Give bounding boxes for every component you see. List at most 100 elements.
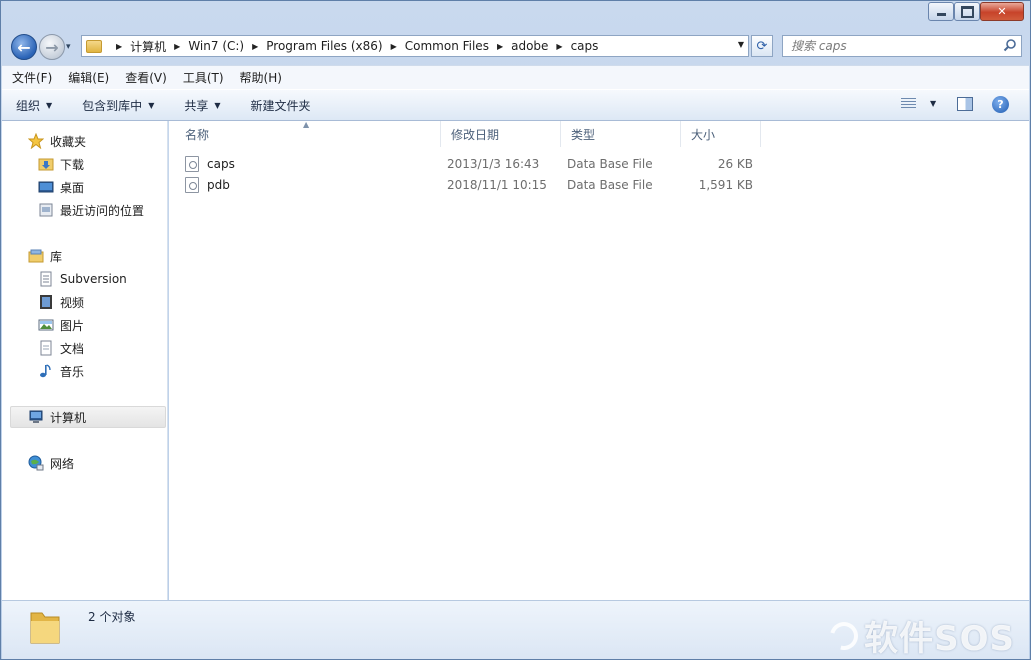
minimize-button[interactable] — [928, 2, 954, 21]
sidebar-item-documents[interactable]: 文档 — [38, 338, 84, 358]
explorer-window: ✕ ← → ▾ ▶ 计算机 ▶ Win7 (C:) ▶ Program File… — [0, 0, 1031, 660]
video-icon — [40, 295, 52, 309]
refresh-button[interactable]: ⟳ — [751, 35, 773, 57]
sidebar-favorites-label: 收藏夹 — [50, 134, 87, 149]
breadcrumb-caps[interactable]: caps — [571, 39, 599, 53]
sidebar-item-pictures[interactable]: 图片 — [38, 315, 84, 335]
file-size: 1,591 KB — [698, 178, 753, 192]
close-button[interactable]: ✕ — [980, 2, 1024, 21]
back-button[interactable]: ← — [11, 34, 37, 60]
sidebar-item-label: 下载 — [60, 157, 85, 172]
breadcrumb-separator-icon[interactable]: ▶ — [497, 42, 503, 51]
sidebar-item-recent-places[interactable]: 最近访问的位置 — [38, 200, 144, 220]
sidebar-item-label: 视频 — [60, 295, 85, 310]
breadcrumb-program-files[interactable]: Program Files (x86) — [266, 39, 382, 53]
watermark: 软件SOS — [824, 611, 1015, 660]
dropdown-arrow-icon: ▼ — [148, 100, 155, 110]
sidebar-item-music[interactable]: 音乐 — [38, 361, 84, 381]
menu-help[interactable]: 帮助(H) — [240, 69, 282, 86]
search-icon[interactable] — [1003, 38, 1017, 52]
file-list-pane: ▲ 名称 修改日期 类型 大小 caps 2013/1/3 16:43 Data… — [169, 120, 1029, 600]
column-header-modified[interactable]: 修改日期 — [441, 121, 561, 147]
file-size: 26 KB — [717, 157, 753, 171]
breadcrumb-drive[interactable]: Win7 (C:) — [188, 39, 244, 53]
forward-button[interactable]: → — [39, 34, 65, 60]
document-library-icon — [40, 271, 52, 287]
sidebar-libraries[interactable]: 库 — [28, 246, 62, 266]
breadcrumb-separator-icon[interactable]: ▶ — [556, 42, 562, 51]
breadcrumb-computer[interactable]: 计算机 — [130, 38, 166, 55]
breadcrumb-common-files[interactable]: Common Files — [405, 39, 489, 53]
sidebar-item-label: 图片 — [60, 318, 85, 333]
music-note-icon — [40, 364, 51, 378]
sidebar-item-label: 桌面 — [60, 180, 85, 195]
sidebar-item-downloads[interactable]: 下载 — [38, 154, 84, 174]
database-file-icon — [185, 156, 199, 172]
folder-icon — [30, 612, 60, 644]
breadcrumb-separator-icon[interactable]: ▶ — [252, 42, 258, 51]
file-type: Data Base File — [567, 157, 653, 171]
preview-pane-button[interactable] — [957, 97, 973, 111]
new-folder-button[interactable]: 新建文件夹 — [251, 97, 311, 114]
database-file-icon — [185, 177, 199, 193]
breadcrumb-separator-icon[interactable]: ▶ — [391, 42, 397, 51]
recent-places-icon — [39, 203, 53, 217]
menu-bar: 文件(F) 编辑(E) 查看(V) 工具(T) 帮助(H) — [2, 65, 1029, 89]
table-row[interactable]: caps 2013/1/3 16:43 Data Base File 26 KB — [185, 154, 765, 174]
breadcrumb-adobe[interactable]: adobe — [511, 39, 548, 53]
dropdown-arrow-icon: ▼ — [930, 99, 937, 108]
search-input[interactable] — [783, 36, 988, 56]
share-button[interactable]: 共享 ▼ — [184, 97, 220, 114]
menu-view[interactable]: 查看(V) — [125, 69, 167, 86]
table-row[interactable]: pdb 2018/11/1 10:15 Data Base File 1,591… — [185, 175, 765, 195]
search-box[interactable] — [782, 35, 1022, 57]
folder-icon — [86, 39, 102, 53]
address-dropdown-icon[interactable]: ▼ — [738, 40, 744, 49]
desktop-icon — [38, 181, 54, 193]
sidebar-network[interactable]: 网络 — [28, 453, 74, 473]
organize-button[interactable]: 组织 ▼ — [16, 97, 52, 114]
downloads-folder-icon — [38, 158, 54, 171]
watermark-text: 软件SOS — [864, 619, 1015, 659]
include-in-library-button[interactable]: 包含到库中 ▼ — [82, 97, 154, 114]
sidebar-item-label: 音乐 — [60, 364, 85, 379]
star-icon — [28, 133, 44, 149]
dropdown-arrow-icon: ▼ — [214, 100, 221, 110]
sidebar-item-desktop[interactable]: 桌面 — [38, 177, 84, 197]
column-header-size[interactable]: 大小 — [681, 121, 761, 147]
menu-edit[interactable]: 编辑(E) — [68, 69, 109, 86]
help-button[interactable]: ? — [992, 96, 1009, 113]
navigation-bar: ← → ▾ ▶ 计算机 ▶ Win7 (C:) ▶ Program Files … — [1, 29, 1030, 65]
network-icon — [28, 455, 44, 471]
include-in-library-label: 包含到库中 — [82, 98, 143, 113]
share-label: 共享 — [184, 98, 209, 113]
sidebar-computer[interactable]: 计算机 — [28, 407, 86, 427]
recent-pages-dropdown[interactable]: ▾ — [66, 42, 71, 52]
command-bar: 组织 ▼ 包含到库中 ▼ 共享 ▼ 新建文件夹 ▼ ? — [2, 89, 1029, 121]
menu-file[interactable]: 文件(F) — [12, 69, 52, 86]
library-icon — [28, 249, 44, 263]
sidebar-item-subversion[interactable]: Subversion — [38, 269, 127, 289]
column-header-name[interactable]: 名称 — [175, 121, 441, 147]
organize-label: 组织 — [16, 98, 41, 113]
item-count: 2 个对象 — [88, 610, 136, 624]
sidebar-computer-label: 计算机 — [50, 410, 87, 425]
details-pane: 2 个对象 软件SOS — [2, 600, 1029, 659]
sidebar-favorites[interactable]: 收藏夹 — [28, 131, 86, 151]
maximize-button[interactable] — [954, 2, 980, 21]
breadcrumb-separator-icon[interactable]: ▶ — [116, 42, 122, 51]
file-type: Data Base File — [567, 178, 653, 192]
menu-tools[interactable]: 工具(T) — [183, 69, 224, 86]
dropdown-arrow-icon: ▼ — [46, 100, 53, 110]
file-name: pdb — [207, 178, 230, 192]
column-header-type[interactable]: 类型 — [561, 121, 681, 147]
sidebar-network-label: 网络 — [50, 456, 75, 471]
sidebar-item-label: Subversion — [60, 272, 127, 286]
view-details-icon — [901, 98, 916, 109]
breadcrumb-separator-icon[interactable]: ▶ — [174, 42, 180, 51]
sidebar-item-videos[interactable]: 视频 — [38, 292, 84, 312]
address-bar[interactable]: ▶ 计算机 ▶ Win7 (C:) ▶ Program Files (x86) … — [81, 35, 749, 57]
documents-icon — [40, 340, 52, 356]
change-view-button[interactable]: ▼ — [901, 98, 936, 109]
computer-icon — [29, 410, 43, 423]
